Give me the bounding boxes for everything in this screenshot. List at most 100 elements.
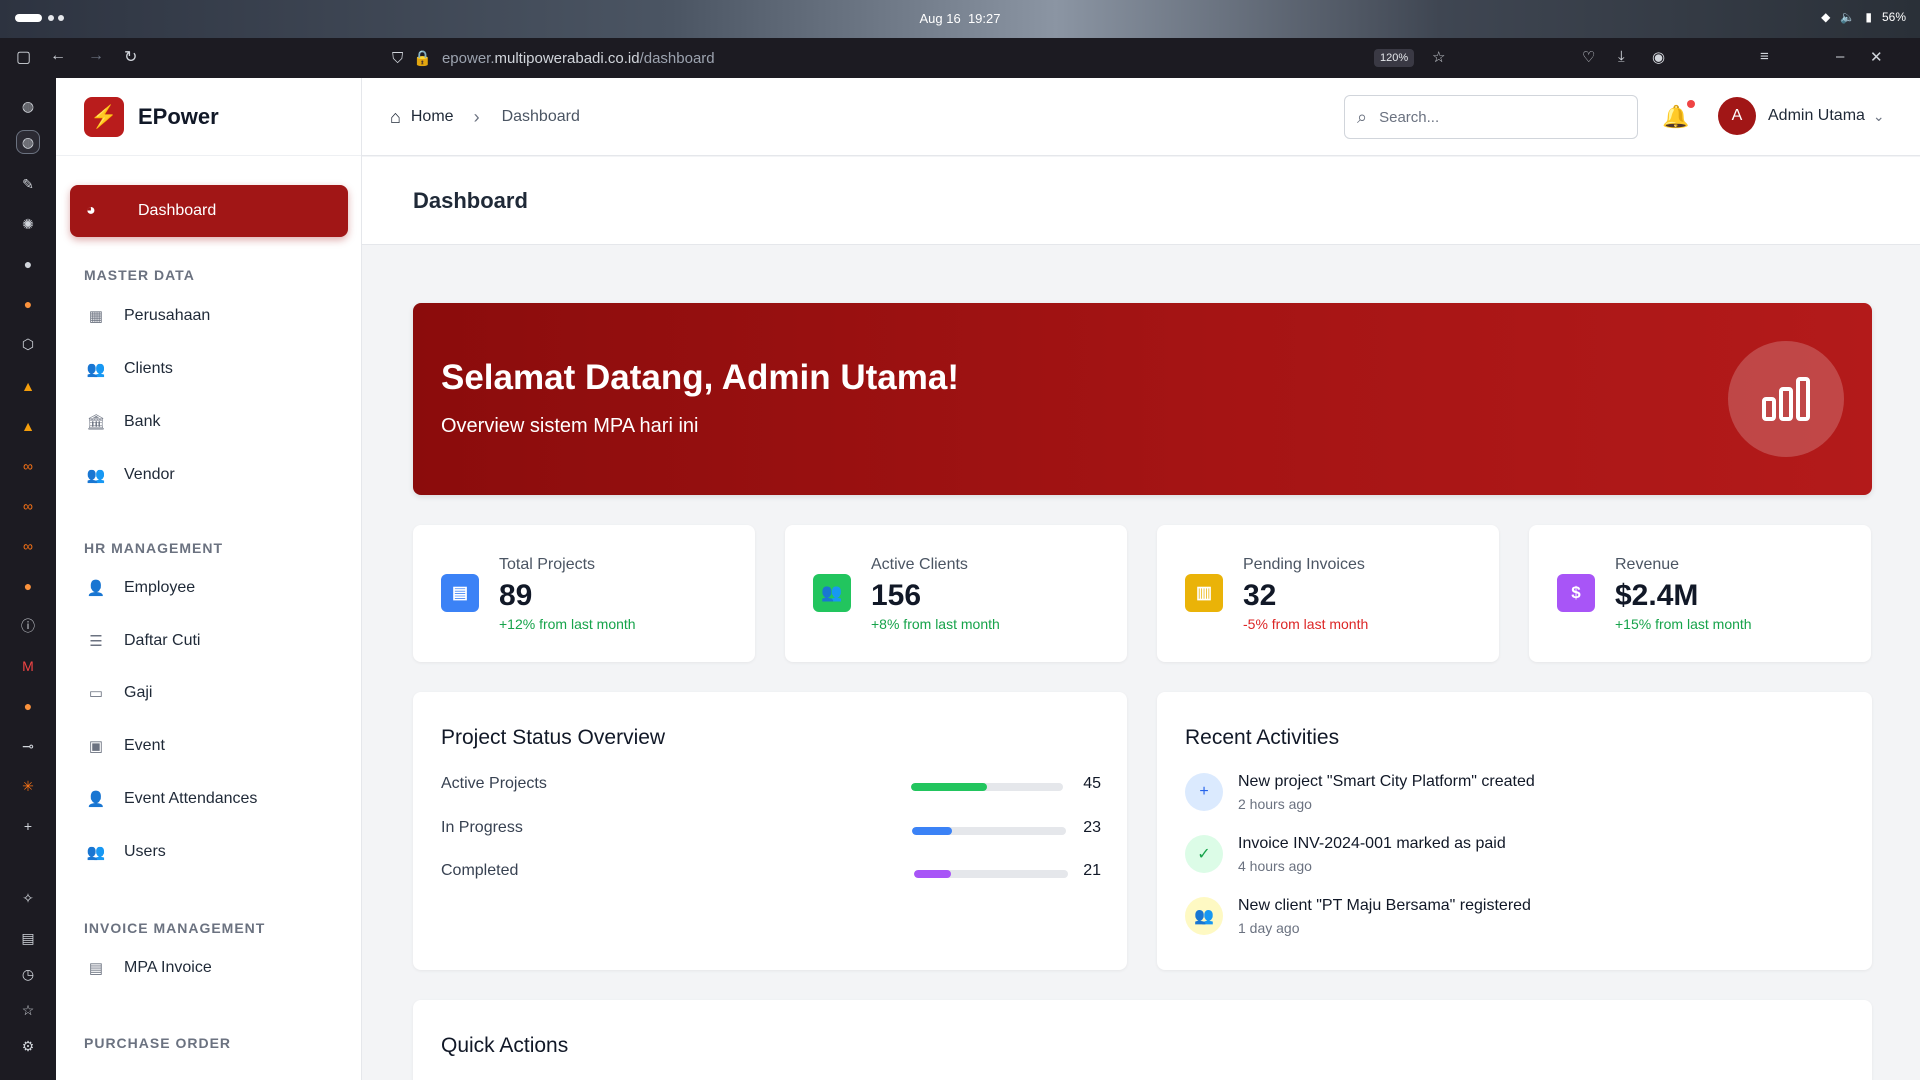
status-count: 45	[1083, 775, 1101, 792]
openai-icon[interactable]: ✺	[16, 212, 40, 236]
chevron-right-icon: ›	[473, 106, 480, 127]
home-icon[interactable]: ⌂	[390, 107, 401, 128]
ai-icon[interactable]: ✧	[16, 886, 40, 910]
pocket-icon[interactable]: ♡	[1582, 48, 1595, 66]
close-icon[interactable]: ✕	[1870, 48, 1883, 66]
welcome-subtitle: Overview sistem MPA hari ini	[441, 415, 699, 437]
battery-level: 56%	[1881, 10, 1906, 24]
bookmarks-icon[interactable]: ☆	[16, 998, 40, 1022]
pencil-icon[interactable]: ✎	[16, 172, 40, 196]
info-icon[interactable]: ⓘ	[16, 614, 40, 638]
settings-icon[interactable]: ⚙	[16, 1034, 40, 1058]
list-icon: ☰	[89, 633, 103, 650]
notification-bell-icon[interactable]: 🔔	[1662, 100, 1696, 130]
users-icon: 👥	[86, 467, 106, 484]
stat-value: 32	[1243, 579, 1277, 612]
sidebar-item-clients[interactable]: 👥 Clients	[84, 360, 173, 378]
back-icon[interactable]: ←	[50, 47, 66, 65]
stat-card-revenue[interactable]: $ Revenue $2.4M +15% from last month	[1529, 525, 1871, 662]
firefox-icon[interactable]: ●	[16, 694, 40, 718]
globe-icon[interactable]: ◍	[16, 94, 40, 118]
graph-icon[interactable]: ⊸	[16, 734, 40, 758]
globe-icon[interactable]: ◍	[16, 130, 40, 154]
status-label: Completed	[441, 862, 519, 879]
activity-text: New client "PT Maju Bersama" registered	[1238, 897, 1531, 914]
stat-value: 156	[871, 579, 922, 612]
sidebar-item-label: MPA Invoice	[124, 959, 212, 976]
bank-icon: 🏛	[86, 414, 106, 431]
breadcrumb-home[interactable]: Home	[411, 108, 454, 126]
sidebar-toggle-icon[interactable]: ▢	[16, 47, 31, 67]
building-icon: ▦	[88, 308, 104, 325]
search-input[interactable]	[1379, 108, 1600, 126]
document-icon: ▤	[88, 960, 104, 977]
link-icon[interactable]: ∞	[16, 494, 40, 518]
sidebar-item-vendor[interactable]: 👥 Vendor	[84, 466, 175, 484]
firefox-icon[interactable]: ●	[16, 574, 40, 598]
forward-icon[interactable]: →	[88, 47, 104, 65]
extension-icon[interactable]: ⬡	[16, 332, 40, 356]
history-icon[interactable]: ◷	[16, 962, 40, 986]
sidebar-item-gaji[interactable]: ▭ Gaji	[84, 684, 153, 702]
stat-label: Active Clients	[871, 556, 968, 573]
stat-card-pending-invoices[interactable]: ▥ Pending Invoices 32 -5% from last mont…	[1157, 525, 1499, 662]
sidebar-item-employee[interactable]: 👤 Employee	[84, 579, 196, 597]
github-icon[interactable]: ●	[16, 252, 40, 276]
users-icon: 👥	[1185, 897, 1223, 935]
sidebar-item-bank[interactable]: 🏛 Bank	[84, 413, 160, 431]
reload-icon[interactable]: ↻	[124, 47, 137, 67]
app-icon[interactable]: ▲	[16, 414, 40, 438]
stat-change: +8% from last month	[871, 616, 1000, 632]
url-bar[interactable]: ⛉ 🔒 epower.multipowerabadi.co.id/dashboa…	[392, 38, 715, 78]
dollar-icon: $	[1557, 574, 1595, 612]
progress-fill	[911, 783, 987, 791]
account-icon[interactable]: ◉	[1652, 48, 1665, 66]
sidebar-item-label: Gaji	[124, 684, 153, 701]
stat-change: +15% from last month	[1615, 616, 1752, 632]
zoom-indicator[interactable]: 120%	[1374, 49, 1415, 67]
user-menu[interactable]: A Admin Utama ⌄	[1718, 97, 1885, 135]
download-icon[interactable]: ⤓	[1618, 48, 1625, 65]
os-top-bar: Aug 16 19:27 ◆ 🔈 ▮ 56%	[0, 0, 1920, 38]
menu-icon[interactable]: ≡	[1760, 48, 1769, 65]
chevron-down-icon: ⌄	[1872, 107, 1885, 124]
sidebar-item-dashboard[interactable]: ◕ Dashboard	[70, 185, 348, 237]
sidebar-item-users[interactable]: 👥 Users	[84, 843, 166, 861]
stat-change: -5% from last month	[1243, 616, 1369, 632]
sidebar-item-perusahaan[interactable]: ▦ Perusahaan	[84, 307, 210, 325]
system-tray[interactable]: ◆ 🔈 ▮ 56%	[1821, 10, 1906, 24]
sidebar-item-daftar-cuti[interactable]: ☰ Daftar Cuti	[84, 632, 200, 650]
sidebar-item-label: Clients	[124, 360, 173, 377]
brand[interactable]: ⚡ EPower	[56, 78, 361, 156]
bookmark-star-icon[interactable]: ☆	[1432, 48, 1445, 66]
lock-icon: 🔒	[413, 50, 432, 67]
panel-title: Project Status Overview	[441, 726, 666, 749]
sidebar-item-mpa-invoice[interactable]: ▤ MPA Invoice	[84, 959, 212, 977]
activity-time: 1 day ago	[1238, 920, 1300, 936]
lightning-logo-icon: ⚡	[84, 96, 124, 137]
gmail-icon[interactable]: M	[16, 654, 40, 678]
breadcrumb: ⌂ Home › Dashboard	[390, 78, 580, 156]
search-box[interactable]: ⌕	[1344, 95, 1638, 139]
sidebar-item-label: Perusahaan	[124, 307, 211, 324]
sidebar-item-event[interactable]: ▣ Event	[84, 737, 165, 755]
app-icon[interactable]: ▲	[16, 374, 40, 398]
stat-card-active-clients[interactable]: 👥 Active Clients 156 +8% from last month	[785, 525, 1127, 662]
firefox-icon[interactable]: ●	[16, 292, 40, 316]
link-icon[interactable]: ∞	[16, 534, 40, 558]
add-icon[interactable]: +	[16, 814, 40, 838]
section-title: INVOICE MANAGEMENT	[84, 920, 266, 936]
breadcrumb-current: Dashboard	[501, 108, 580, 125]
progress-bar	[912, 827, 1066, 835]
link-icon[interactable]: ∞	[16, 454, 40, 478]
tabs-icon[interactable]: ▤	[16, 926, 40, 950]
sidebar-item-event-attendances[interactable]: 👤 Event Attendances	[84, 790, 258, 808]
os-clock[interactable]: Aug 16 19:27	[0, 11, 1920, 26]
status-count: 21	[1083, 862, 1101, 879]
user-name: Admin Utama	[1768, 107, 1865, 124]
sparkle-icon[interactable]: ✳	[16, 774, 40, 798]
clipboard-icon: ▤	[441, 574, 479, 612]
minimize-icon[interactable]: –	[1836, 48, 1844, 65]
stat-card-total-projects[interactable]: ▤ Total Projects 89 +12% from last month	[413, 525, 755, 662]
check-circle-icon: ✓	[1185, 835, 1223, 873]
